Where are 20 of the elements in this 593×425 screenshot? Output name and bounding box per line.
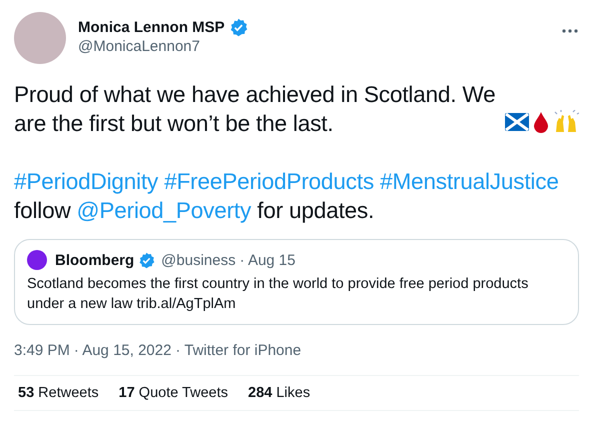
tweet-date: · Aug 15, 2022 bbox=[74, 341, 172, 361]
stat-link[interactable]: 53 Retweets bbox=[18, 384, 99, 402]
quoted-tweet-date: · Aug 15 bbox=[240, 250, 296, 270]
author-handle[interactable]: @MonicaLennon7 bbox=[78, 37, 561, 56]
flag-icon bbox=[505, 113, 529, 131]
stat-link[interactable]: 17 Quote Tweets bbox=[118, 384, 228, 402]
bloomberg-logo-icon bbox=[27, 250, 47, 270]
quoted-author-name: Bloomberg bbox=[55, 250, 134, 270]
hashtags-text: #PeriodDignity #FreePeriodProducts #MenstrualJustice follow @Period_Poverty for updates. bbox=[14, 168, 560, 225]
quoted-author-handle: @business bbox=[161, 250, 236, 270]
tweet-time-link[interactable]: 3:49 PM bbox=[14, 341, 70, 361]
drop-icon bbox=[533, 111, 549, 133]
tweet-source-link[interactable]: · Twitter for iPhone bbox=[175, 341, 302, 361]
tweet-text: Proud of what we have achieved in Scotland. We are the first but won’t be the last. bbox=[14, 81, 496, 138]
quoted-link: trib.al/AgTplAm bbox=[136, 296, 236, 312]
author-name[interactable]: Monica Lennon MSP bbox=[78, 18, 225, 37]
stat-link[interactable]: 284 Likes bbox=[248, 384, 310, 402]
quoted-tweet-text: Scotland becomes the first country in the world to provide free period products under a new law trib.al/AgTplAm bbox=[27, 275, 530, 314]
quoted-tweet-card[interactable]: Bloomberg @business · Aug 15 Scotland becomes the first country in the world to provide free period products under a new law trib.al/AgTplAm bbox=[14, 239, 579, 325]
raised-hands-icon bbox=[553, 110, 579, 134]
